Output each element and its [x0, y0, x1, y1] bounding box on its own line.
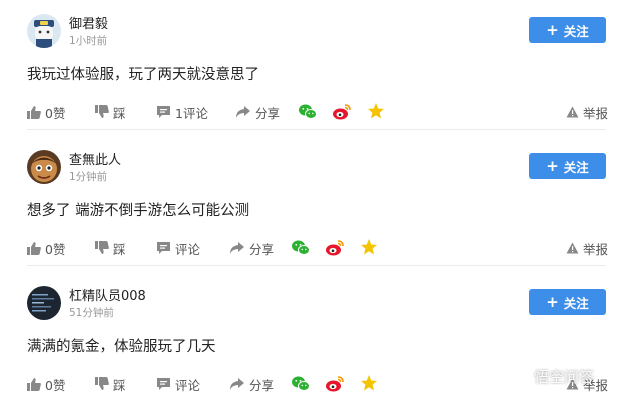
- timestamp: 1小时前: [69, 35, 108, 47]
- warning-icon: [566, 242, 583, 254]
- plus-icon: +: [546, 292, 559, 311]
- avatar[interactable]: [27, 150, 61, 184]
- avatar[interactable]: [27, 14, 61, 48]
- share-label: 分享: [255, 105, 281, 121]
- share-label: 分享: [249, 241, 275, 257]
- report-label: 举报: [583, 241, 609, 257]
- share-arrow-icon: [229, 377, 249, 391]
- follow-label: 关注: [563, 295, 589, 311]
- thumbs-up-icon: [27, 105, 45, 119]
- warning-icon: [566, 106, 583, 118]
- thumbs-up-icon: [27, 377, 45, 391]
- dislike-label: 踩: [113, 105, 126, 121]
- comment-count: 1评论: [175, 105, 208, 121]
- thumbs-up-icon: [27, 241, 45, 255]
- comment-item: 御君毅 1小时前 + 关注 我玩过体验服，玩了两天就没意思了 0赞 踩 1评论 …: [0, 0, 640, 136]
- like-count: 0赞: [45, 105, 66, 121]
- follow-button[interactable]: + 关注: [529, 153, 606, 179]
- comment-text: 我玩过体验服，玩了两天就没意思了: [27, 67, 259, 83]
- weibo-icon[interactable]: [332, 102, 352, 122]
- share-button[interactable]: 分享: [235, 102, 280, 122]
- thumbs-down-icon: [95, 241, 113, 255]
- thumbs-down-icon: [95, 105, 113, 119]
- report-label: 举报: [583, 105, 609, 121]
- like-count: 0赞: [45, 377, 66, 393]
- comment-button[interactable]: 1评论: [156, 102, 208, 122]
- divider: [27, 265, 606, 266]
- comment-icon: [156, 105, 175, 119]
- wechat-icon[interactable]: [298, 102, 318, 122]
- follow-label: 关注: [563, 23, 589, 39]
- wukong-logo-icon: [506, 363, 534, 389]
- weibo-icon[interactable]: [325, 238, 345, 258]
- dislike-label: 踩: [113, 241, 126, 257]
- username[interactable]: 杠精队员008: [69, 285, 146, 304]
- plus-icon: +: [546, 20, 559, 39]
- username[interactable]: 御君毅: [69, 13, 108, 32]
- timestamp: 51分钟前: [69, 307, 114, 319]
- share-arrow-icon: [235, 105, 255, 119]
- dislike-label: 踩: [113, 377, 126, 393]
- star-icon[interactable]: [360, 374, 380, 394]
- watermark: 悟空问答: [506, 363, 594, 389]
- comment-button[interactable]: 评论: [156, 238, 200, 258]
- like-button[interactable]: 0赞: [27, 102, 65, 122]
- like-count: 0赞: [45, 241, 66, 257]
- divider: [27, 129, 606, 130]
- comment-text: 想多了 端游不倒手游怎么可能公测: [27, 203, 250, 219]
- like-button[interactable]: 0赞: [27, 238, 65, 258]
- report-button[interactable]: 举报: [566, 238, 608, 258]
- like-button[interactable]: 0赞: [27, 374, 65, 394]
- share-button[interactable]: 分享: [229, 238, 274, 258]
- action-bar: 0赞 踩 评论 分享 举报: [0, 238, 640, 258]
- action-bar: 0赞 踩 1评论 分享 举报: [0, 102, 640, 122]
- star-icon[interactable]: [367, 102, 387, 122]
- comment-text: 满满的氪金，体验服玩了几天: [27, 339, 216, 355]
- thumbs-down-icon: [95, 377, 113, 391]
- weibo-icon[interactable]: [325, 374, 345, 394]
- plus-icon: +: [546, 156, 559, 175]
- dislike-button[interactable]: 踩: [95, 102, 126, 122]
- wechat-icon[interactable]: [291, 238, 311, 258]
- avatar[interactable]: [27, 286, 61, 320]
- comment-count: 评论: [175, 377, 201, 393]
- dislike-button[interactable]: 踩: [95, 374, 126, 394]
- wechat-icon[interactable]: [291, 374, 311, 394]
- comment-count: 评论: [175, 241, 201, 257]
- comment-button[interactable]: 评论: [156, 374, 200, 394]
- share-label: 分享: [249, 377, 275, 393]
- timestamp: 1分钟前: [69, 171, 108, 183]
- comment-icon: [156, 241, 175, 255]
- dislike-button[interactable]: 踩: [95, 238, 126, 258]
- follow-button[interactable]: + 关注: [529, 289, 606, 315]
- share-arrow-icon: [229, 241, 249, 255]
- star-icon[interactable]: [360, 238, 380, 258]
- comment-icon: [156, 377, 175, 391]
- watermark-text: 悟空问答: [534, 367, 595, 386]
- username[interactable]: 查無此人: [69, 149, 121, 168]
- report-button[interactable]: 举报: [566, 102, 608, 122]
- comment-item: 查無此人 1分钟前 + 关注 想多了 端游不倒手游怎么可能公测 0赞 踩 评论 …: [0, 136, 640, 272]
- follow-button[interactable]: + 关注: [529, 17, 606, 43]
- share-button[interactable]: 分享: [229, 374, 274, 394]
- follow-label: 关注: [563, 159, 589, 175]
